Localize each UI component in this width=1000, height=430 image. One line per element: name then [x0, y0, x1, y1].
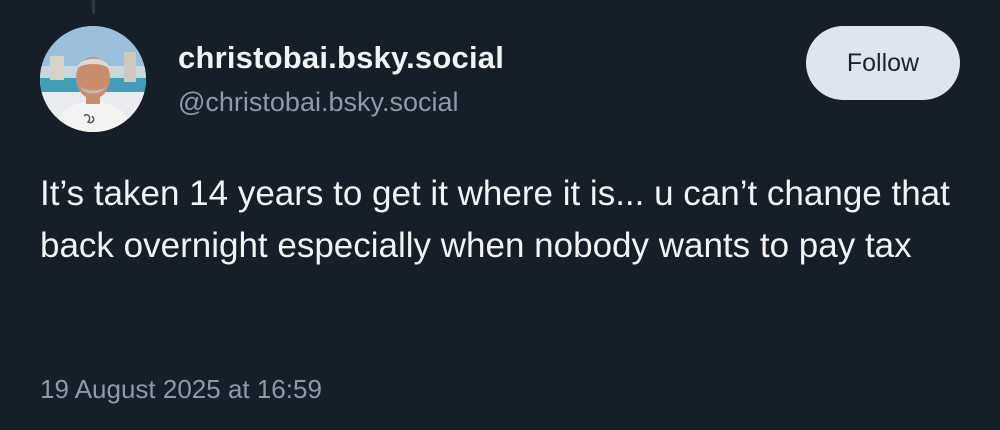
post-text: It’s taken 14 years to get it where it i… — [40, 174, 950, 265]
author-display-name[interactable]: christobai.bsky.social — [178, 40, 504, 76]
avatar-image — [40, 26, 146, 132]
author-handle[interactable]: @christobai.bsky.social — [178, 87, 459, 118]
thread-connector-line — [92, 0, 95, 14]
post-timestamp[interactable]: 19 August 2025 at 16:59 — [40, 374, 322, 405]
follow-button[interactable]: Follow — [806, 26, 960, 100]
avatar[interactable] — [40, 26, 146, 132]
